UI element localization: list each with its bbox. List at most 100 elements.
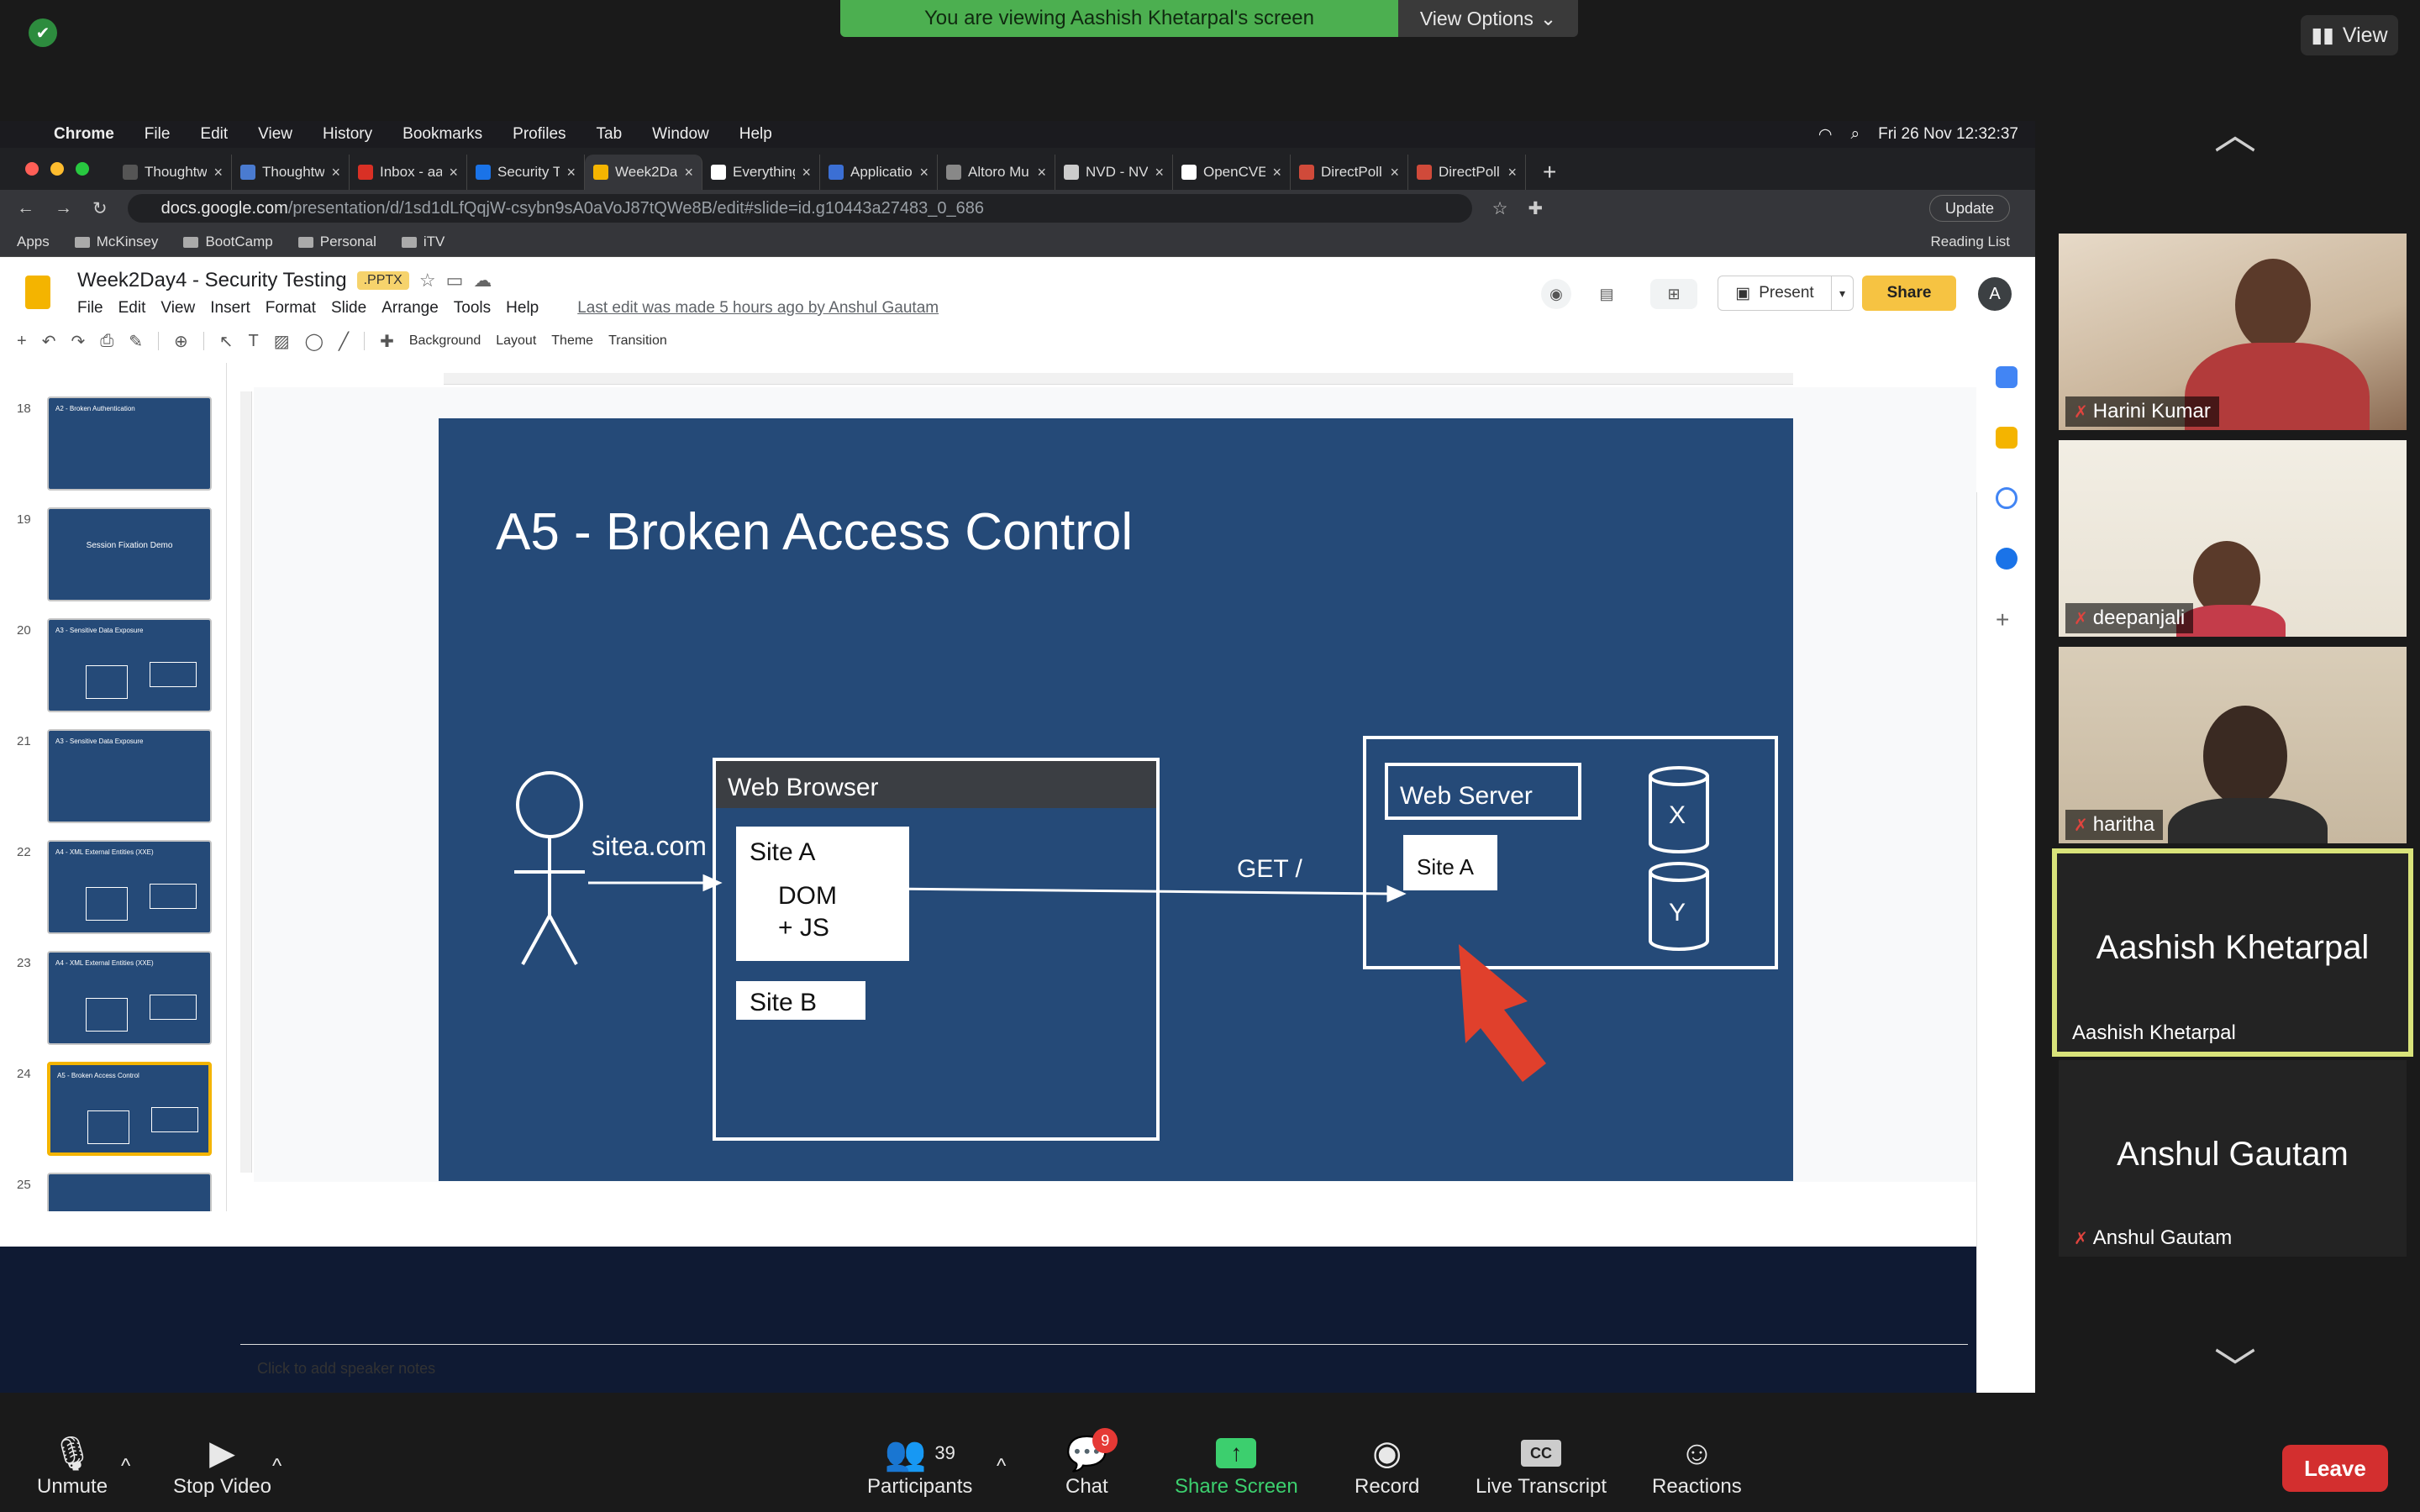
document-title[interactable]: Week2Day4 - Security Testing xyxy=(77,269,347,292)
text-box-icon[interactable]: T xyxy=(249,332,259,351)
participant-tile-anshul[interactable]: Anshul Gautam ✗ Anshul Gautam xyxy=(2059,1060,2407,1257)
cloud-status-icon[interactable]: ☁ xyxy=(473,270,492,291)
menu-bookmarks[interactable]: Bookmarks xyxy=(402,125,482,144)
paint-format-icon[interactable]: ✎ xyxy=(129,331,143,352)
slides-menu-edit[interactable]: Edit xyxy=(118,299,146,318)
close-tab-icon[interactable]: × xyxy=(449,164,458,181)
bookmark-apps[interactable]: Apps xyxy=(17,234,50,250)
security-shield-icon[interactable]: ✔ xyxy=(29,18,57,47)
participants-button[interactable]: 👥 39 Participants xyxy=(867,1431,972,1499)
account-avatar[interactable]: A xyxy=(1978,277,2012,311)
filmstrip-slide-25[interactable]: 25 xyxy=(0,1173,226,1211)
filmstrip-slide-24[interactable]: 24 A5 - Broken Access Control xyxy=(0,1062,226,1158)
slides-menu-insert[interactable]: Insert xyxy=(210,299,250,318)
reload-icon[interactable]: ↻ xyxy=(92,198,108,219)
new-tab-plus-icon[interactable]: + xyxy=(1526,155,1573,190)
browser-tab[interactable]: Inbox - aa × xyxy=(350,155,467,190)
browser-tab[interactable]: Thoughtw × xyxy=(114,155,232,190)
comments-icon[interactable]: ▤ xyxy=(1591,279,1622,309)
close-tab-icon[interactable]: × xyxy=(1037,164,1046,181)
view-options-button[interactable]: View Options ⌄ xyxy=(1398,0,1578,37)
scroll-up-chevron-icon[interactable]: ︿ xyxy=(2202,101,2269,161)
bookmark-personal[interactable]: Personal xyxy=(297,234,376,250)
filmstrip-slide-20[interactable]: 20 A3 - Sensitive Data Exposure xyxy=(0,618,226,714)
browser-tab[interactable]: Everything × xyxy=(702,155,820,190)
add-video-call-icon[interactable]: ⊞ xyxy=(1650,279,1697,309)
menu-chrome[interactable]: Chrome xyxy=(54,125,114,144)
extensions-puzzle-icon[interactable]: ✚ xyxy=(1528,198,1543,219)
new-slide-plus-icon[interactable]: + xyxy=(17,332,27,351)
browser-tab[interactable]: Altoro Mu × xyxy=(938,155,1055,190)
calendar-icon[interactable] xyxy=(1996,366,2018,388)
slide-thumbnail[interactable]: A3 - Sensitive Data Exposure xyxy=(47,618,212,712)
browser-tab[interactable]: Security T × xyxy=(467,155,585,190)
select-pointer-icon[interactable]: ↖ xyxy=(219,331,234,352)
menu-help[interactable]: Help xyxy=(739,125,772,144)
participant-tile-haritha[interactable]: ✗ haritha xyxy=(2059,647,2407,843)
zoom-icon[interactable]: ⊕ xyxy=(174,331,188,352)
transition-button[interactable]: Transition xyxy=(608,333,667,349)
filmstrip-slide-19[interactable]: 19 Session Fixation Demo xyxy=(0,507,226,603)
share-button[interactable]: Share xyxy=(1862,276,1956,311)
update-button[interactable]: Update xyxy=(1928,195,2010,222)
close-tab-icon[interactable]: × xyxy=(684,164,693,181)
menu-edit[interactable]: Edit xyxy=(200,125,228,144)
filmstrip-slide-21[interactable]: 21 A3 - Sensitive Data Exposure xyxy=(0,729,226,825)
browser-tab[interactable]: DirectPoll × xyxy=(1291,155,1408,190)
browser-tab[interactable]: Thoughtw × xyxy=(232,155,350,190)
layout-button[interactable]: Layout xyxy=(496,333,536,349)
filmstrip-slide-18[interactable]: 18 A2 - Broken Authentication xyxy=(0,396,226,492)
present-dropdown-chevron-icon[interactable]: ▾ xyxy=(1832,276,1854,311)
keep-icon[interactable] xyxy=(1996,427,2018,449)
close-tab-icon[interactable]: × xyxy=(213,164,223,181)
bookmark-itv[interactable]: iTV xyxy=(401,234,445,250)
slide-thumbnail[interactable]: A5 - Broken Access Control xyxy=(47,1062,212,1156)
tasks-icon[interactable] xyxy=(1996,487,2018,509)
share-screen-button[interactable]: ↑ Share Screen xyxy=(1175,1431,1298,1499)
chat-button[interactable]: 💬 9 Chat xyxy=(1065,1428,1118,1499)
back-arrow-icon[interactable]: ← xyxy=(17,198,34,218)
minimize-window-button[interactable] xyxy=(50,162,64,176)
print-icon[interactable]: ⎙ xyxy=(100,332,113,351)
line-icon[interactable]: ╱ xyxy=(339,331,349,352)
audio-options-caret[interactable]: ^ xyxy=(121,1455,130,1478)
slide-thumbnail[interactable]: Session Fixation Demo xyxy=(47,507,212,601)
video-options-caret[interactable]: ^ xyxy=(272,1455,281,1478)
forward-arrow-icon[interactable]: → xyxy=(55,198,72,218)
menu-history[interactable]: History xyxy=(323,125,372,144)
filmstrip-slide-23[interactable]: 23 A4 - XML External Entities (XXE) xyxy=(0,951,226,1047)
filmstrip-slide-22[interactable]: 22 A4 - XML External Entities (XXE) xyxy=(0,840,226,936)
close-tab-icon[interactable]: × xyxy=(1272,164,1281,181)
participant-tile-deepanjali[interactable]: ✗ deepanjali xyxy=(2059,440,2407,637)
close-tab-icon[interactable]: × xyxy=(919,164,929,181)
bookmark-star-icon[interactable]: ☆ xyxy=(1492,198,1508,219)
undo-icon[interactable]: ↶ xyxy=(42,331,56,352)
browser-tab[interactable]: OpenCVE × xyxy=(1173,155,1291,190)
leave-button[interactable]: Leave xyxy=(2282,1445,2388,1492)
speaker-notes[interactable]: Click to add speaker notes xyxy=(240,1344,1968,1383)
bookmark-mckinsey[interactable]: McKinsey xyxy=(74,234,158,250)
clock[interactable]: Fri 26 Nov 12:32:37 xyxy=(1878,125,2018,144)
slide-thumbnail[interactable]: A2 - Broken Authentication xyxy=(47,396,212,491)
bookmark-bootcamp[interactable]: BootCamp xyxy=(183,234,273,250)
browser-tab[interactable]: Week2Day × xyxy=(585,155,702,190)
zoom-window-button[interactable] xyxy=(76,162,89,176)
close-tab-icon[interactable]: × xyxy=(802,164,811,181)
participant-tile-harini[interactable]: ✗ Harini Kumar xyxy=(2059,234,2407,430)
meet-icon[interactable]: ◉ xyxy=(1541,279,1571,309)
star-icon[interactable]: ☆ xyxy=(419,270,436,291)
search-icon[interactable]: ⌕ xyxy=(1850,125,1860,144)
menu-view[interactable]: View xyxy=(258,125,292,144)
redo-icon[interactable]: ↷ xyxy=(71,331,85,352)
slides-menu-help[interactable]: Help xyxy=(506,299,539,318)
close-tab-icon[interactable]: × xyxy=(331,164,340,181)
slides-menu-file[interactable]: File xyxy=(77,299,103,318)
menu-profiles[interactable]: Profiles xyxy=(513,125,566,144)
close-window-button[interactable] xyxy=(25,162,39,176)
menu-window[interactable]: Window xyxy=(652,125,709,144)
contacts-icon[interactable] xyxy=(1996,548,2018,570)
participant-tile-aashish-active-speaker[interactable]: Aashish Khetarpal Aashish Khetarpal xyxy=(2052,848,2413,1057)
stop-video-button[interactable]: ▶ Stop Video xyxy=(173,1431,271,1499)
current-slide[interactable]: A5 - Broken Access Control sitea.com Web… xyxy=(439,418,1793,1181)
present-button[interactable]: ▣ Present xyxy=(1718,276,1832,311)
